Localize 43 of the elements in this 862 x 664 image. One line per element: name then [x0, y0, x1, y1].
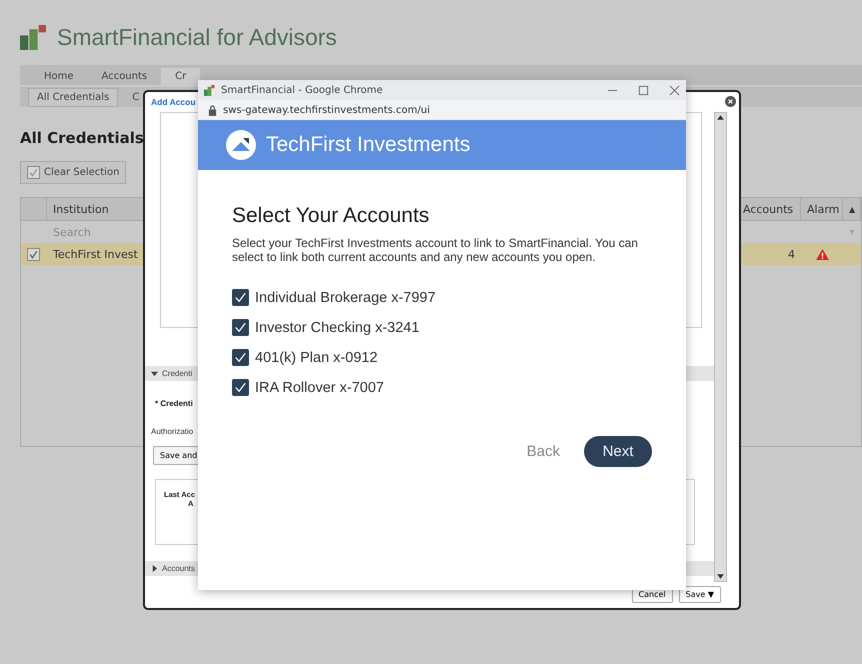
- next-button[interactable]: Next: [584, 436, 652, 467]
- table-cell-text: 4: [787, 246, 796, 262]
- description-text: Select your TechFirst Investments account to link to SmartFinancial. You can select to link both current accounts and any new accounts you open.: [232, 236, 639, 264]
- page-heading: All Credentials: [20, 129, 144, 147]
- page-heading: Select Your Accounts: [232, 204, 430, 228]
- sub-tab[interactable]: All Credentials: [28, 88, 118, 106]
- scroll-up-icon[interactable]: [716, 113, 725, 122]
- account-checkbox[interactable]: [232, 289, 249, 306]
- url-text: sws-gateway.techfirstinvestments.com/ui: [223, 104, 430, 116]
- table-cell: TechFirst Invest: [53, 248, 138, 260]
- brand-name: TechFirst Investments: [266, 133, 470, 157]
- caret-icon: [151, 565, 158, 572]
- account-label: Investor Checking x-3241: [255, 320, 420, 336]
- sub-tab[interactable]: C: [124, 88, 148, 106]
- caret-icon: [151, 370, 158, 377]
- window-title: SmartFinancial - Google Chrome: [221, 84, 384, 96]
- dialog-button[interactable]: Save ▼: [678, 586, 721, 603]
- brand-logo-icon: [226, 130, 256, 160]
- clear-selection-button[interactable]: Clear Selection: [20, 161, 126, 184]
- account-label: Individual Brokerage x-7997: [255, 290, 436, 306]
- account-label: IRA Rollover x-7007: [255, 380, 384, 396]
- column-header[interactable]: Alarm: [801, 198, 843, 220]
- app-title: SmartFinancial for Advisors: [57, 24, 337, 51]
- nav-tab[interactable]: Cr: [161, 68, 200, 85]
- account-label: 401(k) Plan x-0912: [255, 350, 378, 366]
- nav-tab[interactable]: Home: [30, 68, 88, 85]
- dialog-title: Add Accou: [150, 96, 197, 109]
- close-icon[interactable]: [669, 84, 680, 96]
- lock-icon: [208, 104, 217, 116]
- back-button[interactable]: Back: [520, 442, 566, 461]
- account-checkbox[interactable]: [232, 379, 249, 396]
- logo-icon: [20, 25, 47, 50]
- account-checkbox[interactable]: [232, 319, 249, 336]
- nav-tab[interactable]: Accounts: [88, 68, 162, 85]
- favicon-icon: [204, 84, 215, 96]
- account-checkbox[interactable]: [232, 349, 249, 366]
- scrollbar[interactable]: [714, 112, 727, 582]
- field-label: Authorizatio: [151, 427, 194, 436]
- scroll-down-icon[interactable]: [716, 572, 725, 581]
- close-icon[interactable]: [725, 96, 736, 107]
- field-label: * Credenti: [155, 399, 193, 408]
- row-checkbox[interactable]: [27, 248, 40, 260]
- maximize-icon[interactable]: [638, 84, 649, 96]
